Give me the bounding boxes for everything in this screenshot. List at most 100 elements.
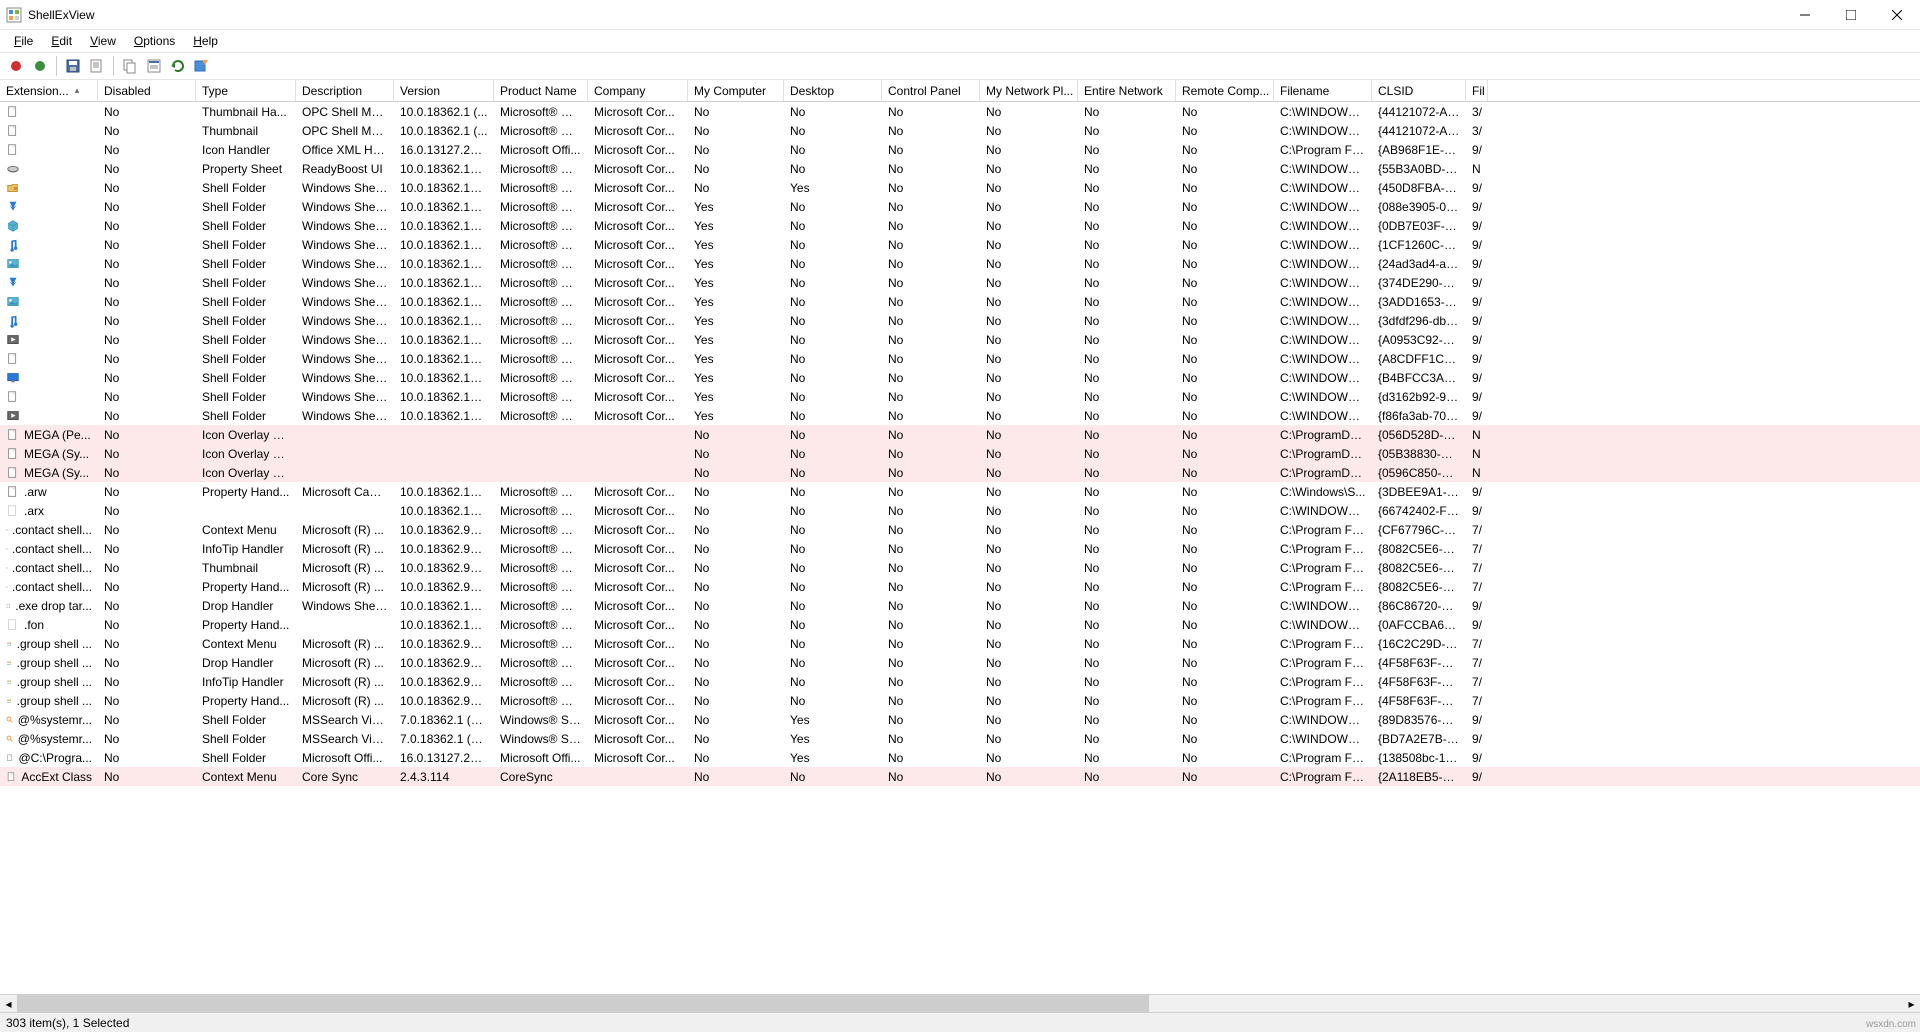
grid-row[interactable]: MEGA (Sy...NoIcon Overlay H...NoNoNoNoNo… xyxy=(0,444,1920,463)
grid-row[interactable]: .contact shell...NoInfoTip HandlerMicros… xyxy=(0,539,1920,558)
cell-desc: Windows Shell... xyxy=(296,333,394,347)
grid-row[interactable]: @C:\Progra...NoShell FolderMicrosoft Off… xyxy=(0,748,1920,767)
column-header-enet[interactable]: Entire Network xyxy=(1078,80,1176,101)
maximize-button[interactable] xyxy=(1828,0,1874,29)
grid-row[interactable]: .group shell ...NoInfoTip HandlerMicroso… xyxy=(0,672,1920,691)
grid-row[interactable]: NoShell FolderWindows Shell...10.0.18362… xyxy=(0,216,1920,235)
cell-extension: @%systemr... xyxy=(0,732,98,746)
grid-row[interactable]: .group shell ...NoContext MenuMicrosoft … xyxy=(0,634,1920,653)
refresh-button[interactable] xyxy=(168,56,188,76)
menu-edit[interactable]: Edit xyxy=(43,32,80,50)
find-button[interactable] xyxy=(192,56,212,76)
save-button[interactable] xyxy=(63,56,83,76)
cell-desc: Microsoft (R) ... xyxy=(296,580,394,594)
scroll-right-button[interactable]: ▸ xyxy=(1903,995,1920,1012)
cell-fil: N xyxy=(1466,466,1488,480)
grid-row[interactable]: .contact shell...NoThumbnailMicrosoft (R… xyxy=(0,558,1920,577)
cell-extension: .exe drop tar... xyxy=(0,599,98,613)
grid-row[interactable]: NoShell FolderWindows Shell...10.0.18362… xyxy=(0,254,1920,273)
column-header-desk[interactable]: Desktop xyxy=(784,80,882,101)
grid-row[interactable]: NoShell FolderWindows Shell...10.0.18362… xyxy=(0,292,1920,311)
close-button[interactable] xyxy=(1874,0,1920,29)
grid-row[interactable]: AccExt ClassNoContext MenuCore Sync2.4.3… xyxy=(0,767,1920,786)
cell-cp: No xyxy=(882,371,980,385)
grid-row[interactable]: NoShell FolderWindows Shell...10.0.18362… xyxy=(0,406,1920,425)
grid-row[interactable]: @%systemr...NoShell FolderMSSearch Vist.… xyxy=(0,729,1920,748)
horizontal-scrollbar[interactable]: ◂ ▸ xyxy=(0,994,1920,1012)
grid-row[interactable]: .contact shell...NoContext MenuMicrosoft… xyxy=(0,520,1920,539)
cell-rc: No xyxy=(1176,409,1274,423)
column-header-net[interactable]: My Network Pl... xyxy=(980,80,1078,101)
cell-desk: No xyxy=(784,466,882,480)
column-header-rc[interactable]: Remote Comp... xyxy=(1176,80,1274,101)
grid-row[interactable]: .exe drop tar...NoDrop HandlerWindows Sh… xyxy=(0,596,1920,615)
grid-row[interactable]: .group shell ...NoProperty Hand...Micros… xyxy=(0,691,1920,710)
grid-row[interactable]: NoShell FolderWindows Shell...10.0.18362… xyxy=(0,178,1920,197)
menu-file[interactable]: File xyxy=(6,32,41,50)
cell-extension: @%systemr... xyxy=(0,713,98,727)
grid-row[interactable]: MEGA (Sy...NoIcon Overlay H...NoNoNoNoNo… xyxy=(0,463,1920,482)
minimize-button[interactable] xyxy=(1782,0,1828,29)
cell-enet: No xyxy=(1078,618,1176,632)
cell-comp: Microsoft Cor... xyxy=(588,219,688,233)
grid-row[interactable]: NoShell FolderWindows Shell...10.0.18362… xyxy=(0,368,1920,387)
column-header-dis[interactable]: Disabled xyxy=(98,80,196,101)
column-header-desc[interactable]: Description xyxy=(296,80,394,101)
menu-options[interactable]: Options xyxy=(126,32,183,50)
scroll-track[interactable] xyxy=(17,995,1903,1012)
cell-rc: No xyxy=(1176,276,1274,290)
column-header-fil[interactable]: Fil xyxy=(1466,80,1488,101)
grid-row[interactable]: .fonNoProperty Hand...10.0.18362.107...M… xyxy=(0,615,1920,634)
grid-row[interactable]: NoShell FolderWindows Shell...10.0.18362… xyxy=(0,387,1920,406)
menu-help[interactable]: Help xyxy=(185,32,226,50)
grid-row[interactable]: @%systemr...NoShell FolderMSSearch Vist.… xyxy=(0,710,1920,729)
grid-row[interactable]: .arwNoProperty Hand...Microsoft Cam...10… xyxy=(0,482,1920,501)
cell-dis: No xyxy=(98,618,196,632)
column-header-comp[interactable]: Company xyxy=(588,80,688,101)
column-header-clsid[interactable]: CLSID xyxy=(1372,80,1466,101)
grid-row[interactable]: .group shell ...NoDrop HandlerMicrosoft … xyxy=(0,653,1920,672)
cell-clsid: {3ADD1653-EB... xyxy=(1372,295,1466,309)
grid-row[interactable]: NoShell FolderWindows Shell...10.0.18362… xyxy=(0,311,1920,330)
cell-ver: 10.0.18362.107... xyxy=(394,219,494,233)
disable-button[interactable] xyxy=(6,56,26,76)
grid-row[interactable]: NoShell FolderWindows Shell...10.0.18362… xyxy=(0,273,1920,292)
properties-button[interactable] xyxy=(144,56,164,76)
grid-row[interactable]: NoThumbnail Ha...OPC Shell Met...10.0.18… xyxy=(0,102,1920,121)
grid-row[interactable]: .contact shell...NoProperty Hand...Micro… xyxy=(0,577,1920,596)
grid-row[interactable]: NoThumbnailOPC Shell Met...10.0.18362.1 … xyxy=(0,121,1920,140)
copy-button[interactable] xyxy=(120,56,140,76)
scroll-thumb[interactable] xyxy=(17,995,1149,1012)
cell-myc: No xyxy=(688,181,784,195)
column-header-fn[interactable]: Filename xyxy=(1274,80,1372,101)
cell-cp: No xyxy=(882,428,980,442)
scroll-left-button[interactable]: ◂ xyxy=(0,995,17,1012)
cell-clsid: {3dfdf296-dbe... xyxy=(1372,314,1466,328)
cell-comp: Microsoft Cor... xyxy=(588,675,688,689)
grid-row[interactable]: NoShell FolderWindows Shell...10.0.18362… xyxy=(0,349,1920,368)
grid-row[interactable]: NoShell FolderWindows Shell...10.0.18362… xyxy=(0,330,1920,349)
cell-cp: No xyxy=(882,504,980,518)
notes-button[interactable] xyxy=(87,56,107,76)
grid-row[interactable]: NoShell FolderWindows Shell...10.0.18362… xyxy=(0,197,1920,216)
column-header-cp[interactable]: Control Panel xyxy=(882,80,980,101)
grid-row[interactable]: NoProperty SheetReadyBoost UI10.0.18362.… xyxy=(0,159,1920,178)
cell-ver: 10.0.18362.107... xyxy=(394,257,494,271)
grid-row[interactable]: NoIcon HandlerOffice XML Ha...16.0.13127… xyxy=(0,140,1920,159)
cell-rc: No xyxy=(1176,124,1274,138)
menu-view[interactable]: View xyxy=(82,32,124,50)
grid-row[interactable]: NoShell FolderWindows Shell...10.0.18362… xyxy=(0,235,1920,254)
grid-row[interactable]: MEGA (Pe...NoIcon Overlay H...NoNoNoNoNo… xyxy=(0,425,1920,444)
grid-row[interactable]: .arxNo10.0.18362.107...Microsoft® Wi...M… xyxy=(0,501,1920,520)
enable-button[interactable] xyxy=(30,56,50,76)
column-header-prod[interactable]: Product Name xyxy=(494,80,588,101)
cell-ver: 10.0.18362.959 ... xyxy=(394,656,494,670)
column-header-myc[interactable]: My Computer xyxy=(688,80,784,101)
cell-desc: Windows Shell... xyxy=(296,200,394,214)
column-header-ver[interactable]: Version xyxy=(394,80,494,101)
cell-fil: 9/ xyxy=(1466,143,1488,157)
cell-comp: Microsoft Cor... xyxy=(588,276,688,290)
column-header-type[interactable]: Type xyxy=(196,80,296,101)
column-header-ext[interactable]: Extension...▴ xyxy=(0,80,98,101)
cell-prod: Microsoft® Wi... xyxy=(494,656,588,670)
